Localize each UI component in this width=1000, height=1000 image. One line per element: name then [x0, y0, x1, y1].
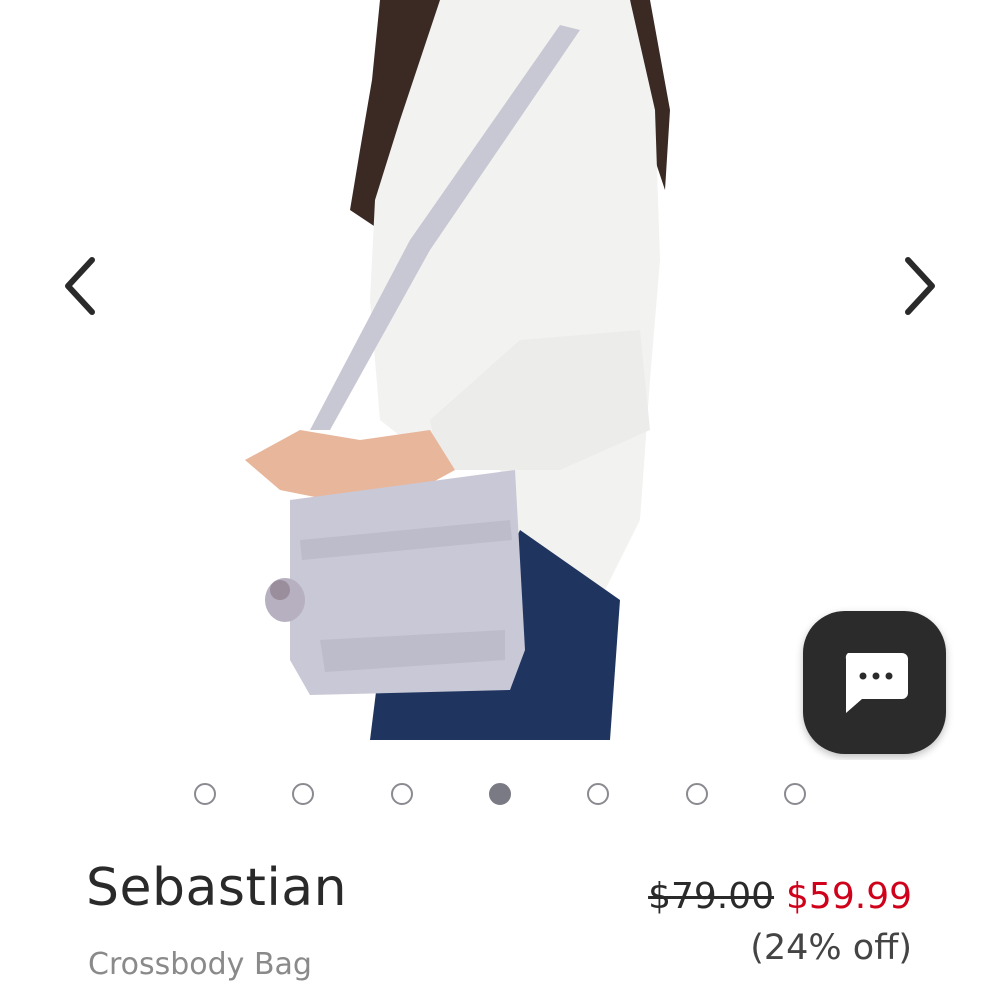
price-row: $79.00 $59.99	[648, 876, 912, 917]
chat-button[interactable]	[803, 611, 946, 754]
carousel-dot[interactable]	[292, 783, 314, 805]
original-price: $79.00	[648, 876, 775, 917]
next-image-button[interactable]	[890, 250, 950, 322]
discount-label: (24% off)	[750, 928, 912, 968]
carousel-dot[interactable]	[784, 783, 806, 805]
product-name: Sebastian	[86, 858, 348, 918]
product-subtitle: Crossbody Bag	[88, 947, 312, 982]
carousel-dot[interactable]	[391, 783, 413, 805]
chevron-right-icon	[905, 257, 935, 315]
sale-price: $59.99	[786, 876, 912, 917]
carousel-dot[interactable]	[686, 783, 708, 805]
chevron-left-icon	[65, 257, 95, 315]
carousel-pagination	[0, 783, 1000, 809]
carousel-dot-active[interactable]	[489, 783, 511, 805]
carousel-dot[interactable]	[194, 783, 216, 805]
carousel-dot[interactable]	[587, 783, 609, 805]
product-image-gallery[interactable]	[0, 0, 1000, 760]
chat-bubble-icon	[845, 652, 908, 713]
previous-image-button[interactable]	[50, 250, 110, 322]
